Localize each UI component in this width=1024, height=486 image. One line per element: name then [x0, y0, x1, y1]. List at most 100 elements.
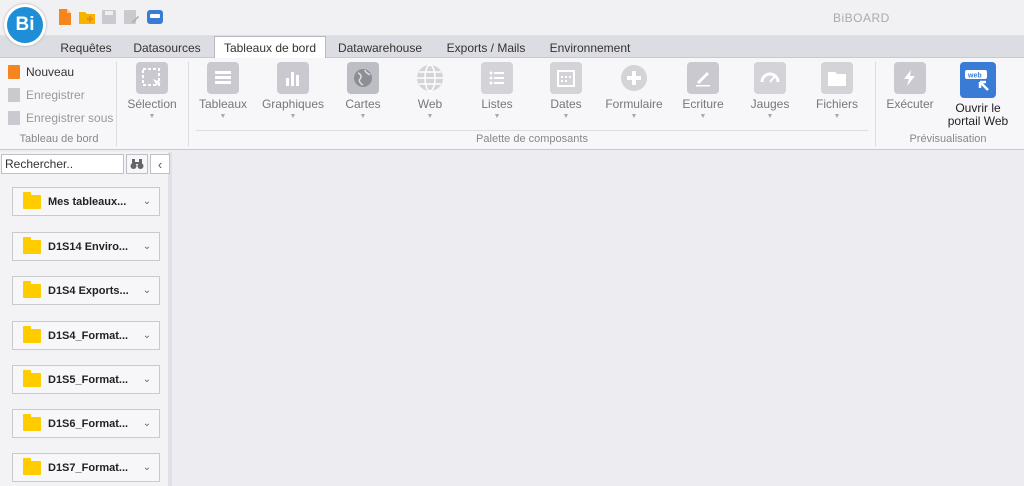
- tab-requetes[interactable]: Requêtes: [50, 37, 122, 58]
- app-logo[interactable]: Bi: [4, 4, 46, 46]
- folder-label: D1S7_Format...: [48, 461, 129, 474]
- folder-icon: [23, 325, 41, 343]
- folder-icon: [23, 280, 41, 298]
- ribbon: Nouveau Enregistrer Enregistrer sous Tab…: [0, 58, 1024, 150]
- gauge-icon: [754, 62, 786, 94]
- ribbon-separator: [875, 62, 876, 146]
- folder-label: D1S14 Enviro...: [48, 240, 129, 253]
- palette-listes-button[interactable]: Listes ▼: [465, 62, 529, 128]
- chevron-down-icon[interactable]: ⌄: [139, 241, 155, 252]
- tab-datasources[interactable]: Datasources: [124, 37, 210, 58]
- ouvrir-portail-button[interactable]: web Ouvrir le portail Web: [944, 62, 1012, 128]
- palette-cartes-button[interactable]: Cartes ▼: [331, 62, 395, 128]
- caret-down-icon: ▼: [148, 113, 156, 120]
- palette-graphiques-label: Graphiques: [261, 97, 325, 111]
- dashboard-sidebar: ‹ Mes tableaux... ⌄ D1S14 Enviro... ⌄ D1…: [0, 152, 172, 486]
- enregistrer-label: Enregistrer: [26, 88, 85, 102]
- palette-web-label: Web: [417, 97, 443, 111]
- dashboard-workspace[interactable]: [176, 152, 1024, 486]
- palette-jauges-button[interactable]: Jauges ▼: [738, 62, 802, 128]
- selection-label: Sélection: [127, 97, 177, 111]
- palette-fichiers-button[interactable]: Fichiers ▼: [805, 62, 869, 128]
- chevron-down-icon[interactable]: ⌄: [139, 418, 155, 429]
- enregistrer-button[interactable]: Enregistrer: [8, 85, 85, 105]
- folder-item[interactable]: D1S14 Enviro... ⌄: [12, 232, 160, 261]
- caret-down-icon: ▼: [289, 113, 297, 120]
- collapse-sidebar-button[interactable]: ‹: [150, 154, 170, 174]
- chevron-down-icon[interactable]: ⌄: [139, 196, 155, 207]
- search-input[interactable]: [1, 154, 124, 174]
- caret-down-icon: ▼: [359, 113, 367, 120]
- chevron-down-icon[interactable]: ⌄: [139, 462, 155, 473]
- folder-item[interactable]: D1S4_Format... ⌄: [12, 321, 160, 350]
- folder-label: D1S4_Format...: [48, 329, 129, 342]
- group-label-previsualisation: Prévisualisation: [909, 133, 987, 145]
- ribbon-separator: [116, 62, 117, 146]
- tab-environnement[interactable]: Environnement: [538, 37, 642, 58]
- new-folder-icon[interactable]: [78, 8, 96, 26]
- caret-down-icon: ▼: [562, 113, 570, 120]
- palette-jauges-label: Jauges: [750, 97, 790, 111]
- folder-icon: [23, 191, 41, 209]
- table-icon: [207, 62, 239, 94]
- portal-icon[interactable]: [146, 8, 164, 26]
- add-form-icon: [618, 62, 650, 94]
- binoculars-search-button[interactable]: [126, 154, 148, 174]
- group-label-tableau-de-bord: Tableau de bord: [19, 133, 99, 145]
- tab-datawarehouse[interactable]: Datawarehouse: [328, 37, 432, 58]
- enregistrer-sous-label: Enregistrer sous: [26, 111, 114, 125]
- app-title: BiBOARD: [833, 11, 890, 25]
- list-icon: [481, 62, 513, 94]
- nouveau-label: Nouveau: [26, 65, 75, 79]
- enregistrer-sous-button[interactable]: Enregistrer sous: [8, 108, 113, 128]
- folder-item[interactable]: D1S6_Format... ⌄: [12, 409, 160, 438]
- folder-item[interactable]: Mes tableaux... ⌄: [12, 187, 160, 216]
- folder-icon: [23, 236, 41, 254]
- chevron-down-icon[interactable]: ⌄: [139, 285, 155, 296]
- globe-icon: [347, 62, 379, 94]
- save-as-icon[interactable]: [122, 8, 140, 26]
- folder-label: Mes tableaux...: [48, 195, 127, 208]
- palette-graphiques-button[interactable]: Graphiques ▼: [261, 62, 325, 128]
- web-portal-icon: web: [960, 62, 996, 98]
- palette-ecriture-button[interactable]: Ecriture ▼: [671, 62, 735, 128]
- folder-label: D1S4 Exports...: [48, 284, 129, 297]
- file-icon: [821, 62, 853, 94]
- palette-web-button[interactable]: Web ▼: [398, 62, 462, 128]
- tab-exports-mails[interactable]: Exports / Mails: [434, 37, 538, 58]
- chevron-down-icon[interactable]: ⌄: [139, 374, 155, 385]
- web-badge-text: web: [967, 73, 982, 80]
- palette-dates-label: Dates: [550, 97, 582, 111]
- palette-dates-button[interactable]: Dates ▼: [534, 62, 598, 128]
- folder-item[interactable]: D1S4 Exports... ⌄: [12, 276, 160, 305]
- palette-formulaire-button[interactable]: Formulaire ▼: [602, 62, 666, 128]
- palette-tableaux-button[interactable]: Tableaux ▼: [191, 62, 255, 128]
- chevron-down-icon[interactable]: ⌄: [139, 330, 155, 341]
- web-globe-icon: [414, 62, 446, 94]
- palette-ecriture-label: Ecriture: [682, 97, 724, 111]
- nouveau-button[interactable]: Nouveau: [8, 62, 74, 82]
- caret-down-icon: ▼: [426, 113, 434, 120]
- executer-button[interactable]: Exécuter: [878, 62, 942, 128]
- save-icon: [8, 88, 20, 102]
- new-file-icon[interactable]: [56, 8, 74, 26]
- executer-label: Exécuter: [886, 97, 934, 111]
- main-tabs: Requêtes Datasources Tableaux de bord Da…: [0, 36, 1024, 58]
- selection-button[interactable]: Sélection ▼: [120, 62, 184, 128]
- folder-label: D1S5_Format...: [48, 373, 129, 386]
- caret-down-icon: ▼: [833, 113, 841, 120]
- caret-down-icon: ▼: [699, 113, 707, 120]
- tab-tableaux-de-bord[interactable]: Tableaux de bord: [214, 36, 326, 58]
- pen-icon: [687, 62, 719, 94]
- caret-down-icon: ▼: [493, 113, 501, 120]
- save-icon[interactable]: [100, 8, 118, 26]
- calendar-icon: [550, 62, 582, 94]
- palette-tableaux-label: Tableaux: [198, 97, 248, 111]
- folder-item[interactable]: D1S5_Format... ⌄: [12, 365, 160, 394]
- selection-icon: [136, 62, 168, 94]
- lightning-icon: [894, 62, 926, 94]
- palette-formulaire-label: Formulaire: [605, 97, 663, 111]
- ouvrir-portail-label: Ouvrir le portail Web: [947, 101, 1009, 128]
- palette-listes-label: Listes: [481, 97, 513, 111]
- folder-item[interactable]: D1S7_Format... ⌄: [12, 453, 160, 482]
